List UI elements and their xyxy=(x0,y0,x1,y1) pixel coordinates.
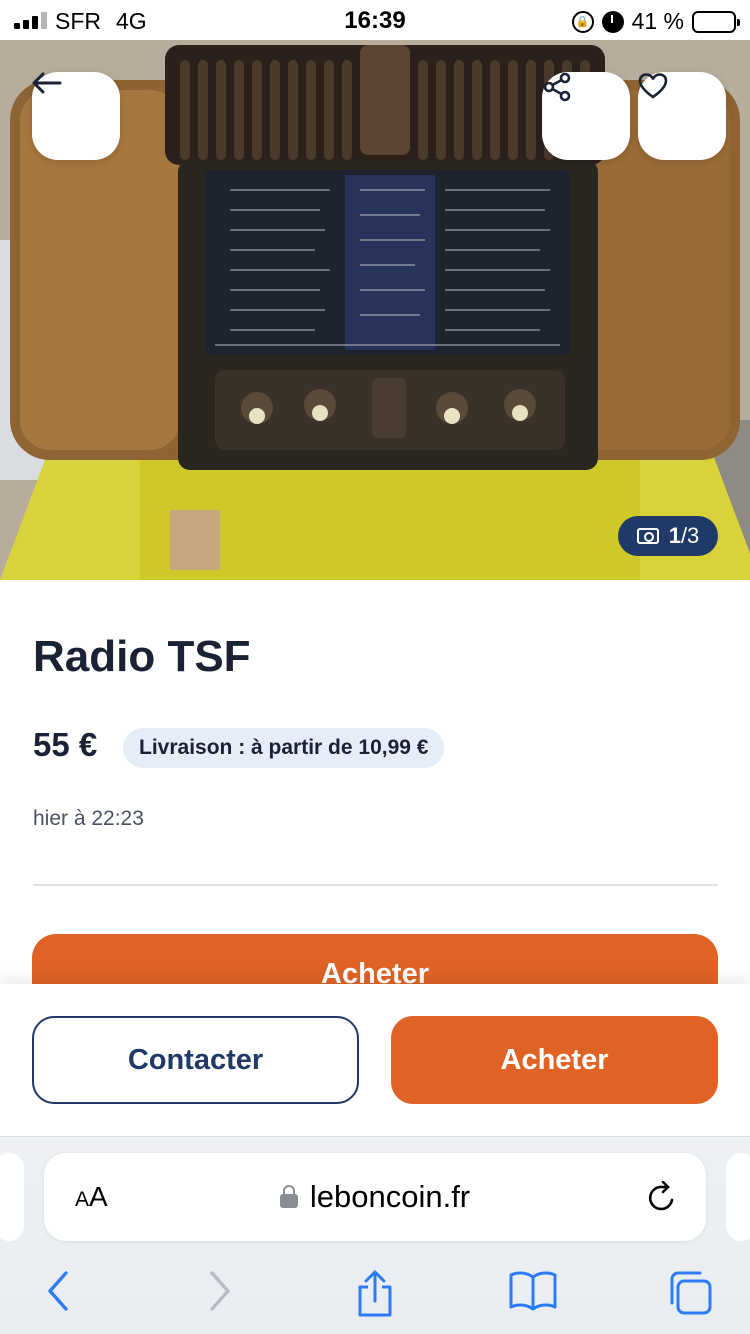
tabs-icon[interactable] xyxy=(666,1269,714,1317)
url-text: leboncoin.fr xyxy=(309,1179,471,1214)
photo-counter-total: /3 xyxy=(680,523,700,548)
reload-icon[interactable] xyxy=(646,1181,678,1215)
browser-chrome: AA leboncoin.fr xyxy=(0,1136,750,1334)
share-sheet-icon[interactable] xyxy=(354,1269,396,1319)
contact-button[interactable]: Contacter xyxy=(32,1016,359,1104)
listing-date: hier à 22:23 xyxy=(33,807,144,830)
next-tab-card[interactable] xyxy=(726,1153,750,1241)
favorite-button[interactable] xyxy=(638,72,726,160)
orientation-lock-icon: 🔒 xyxy=(571,10,594,33)
listing-price: 55 € xyxy=(33,726,98,763)
delivery-badge: Livraison : à partir de 10,99 € xyxy=(123,728,445,768)
battery-icon xyxy=(692,10,740,33)
share-button[interactable] xyxy=(542,72,630,160)
previous-tab-card[interactable] xyxy=(0,1153,24,1241)
lock-icon xyxy=(279,1184,298,1208)
status-bar: SFR 4G 16:39 🔒 41 % xyxy=(0,0,750,40)
share-icon xyxy=(543,72,571,102)
browser-toolbar xyxy=(0,1263,750,1323)
heart-icon xyxy=(638,73,668,99)
photo-counter[interactable]: 1/3 xyxy=(618,516,718,556)
camera-icon xyxy=(636,528,659,544)
photo-counter-current: 1 xyxy=(668,523,681,548)
address-bar[interactable]: AA leboncoin.fr xyxy=(44,1153,706,1241)
buy-button[interactable]: Acheter xyxy=(391,1016,718,1104)
bookmarks-icon[interactable] xyxy=(508,1269,558,1313)
divider xyxy=(33,884,718,886)
url-display[interactable]: leboncoin.fr xyxy=(44,1179,706,1215)
forward-nav-icon[interactable] xyxy=(206,1269,234,1313)
photo-counter-text: 1/3 xyxy=(669,523,700,549)
sticky-action-bar: Contacter Acheter xyxy=(0,984,750,1136)
back-button[interactable] xyxy=(32,72,120,160)
battery-percent: 41 % xyxy=(631,8,684,34)
alarm-icon xyxy=(601,10,624,33)
status-right: 🔒 41 % xyxy=(571,8,740,35)
listing-photo[interactable]: 1/3 xyxy=(0,40,750,580)
back-nav-icon[interactable] xyxy=(44,1269,72,1313)
listing-title: Radio TSF xyxy=(33,632,251,681)
arrow-left-icon xyxy=(32,72,62,94)
